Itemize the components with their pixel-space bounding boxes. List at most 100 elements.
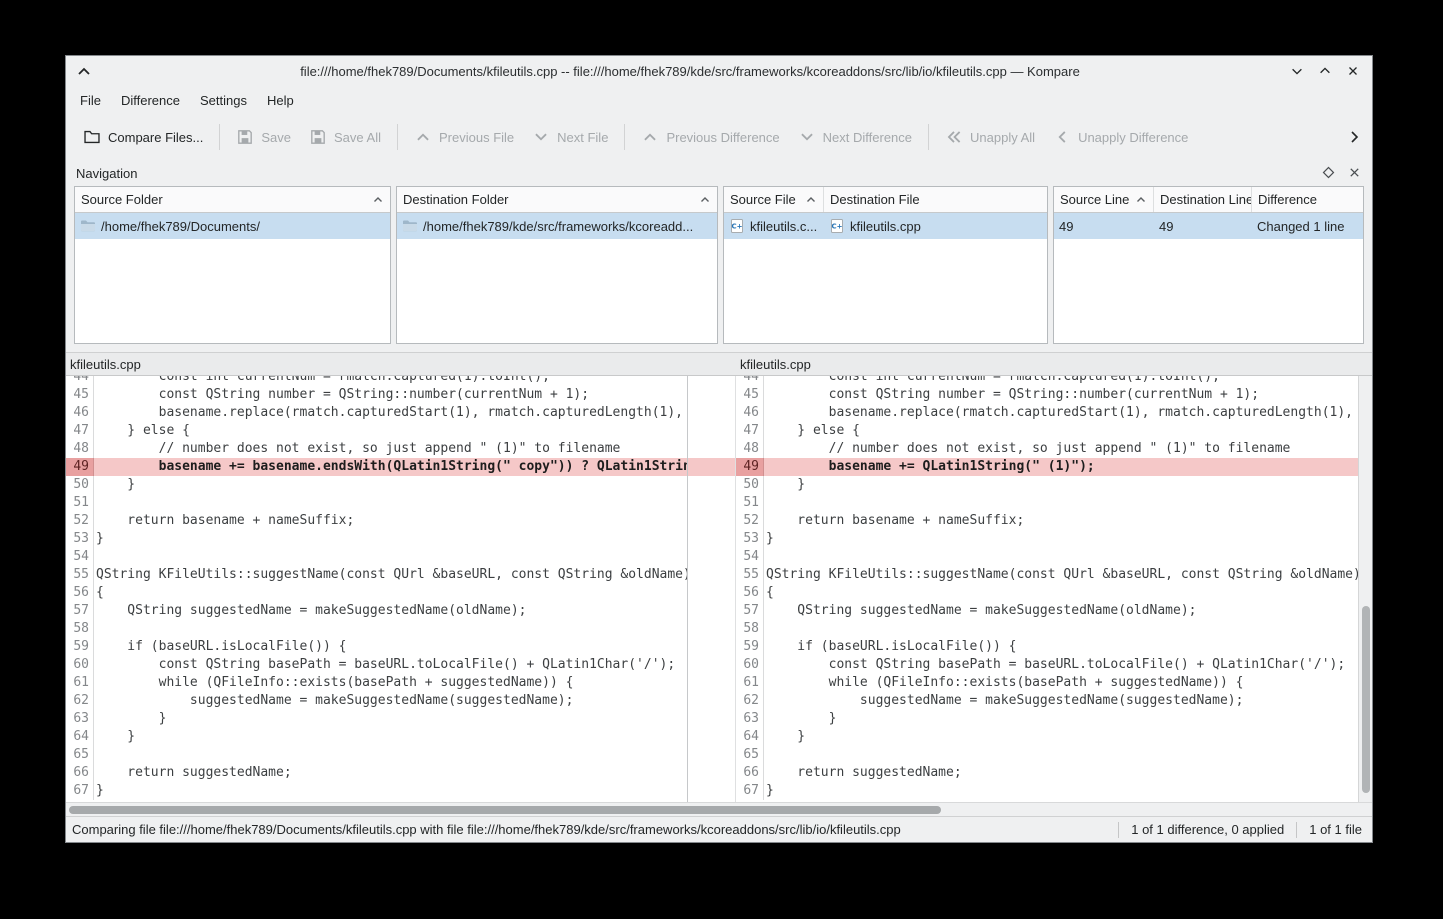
destination-folder-row[interactable]: /home/fhek789/kde/src/frameworks/kcoread… xyxy=(397,213,717,239)
code-line: 51 xyxy=(66,494,687,512)
sort-ascending-icon xyxy=(805,194,817,206)
unapply-difference-button[interactable]: Unapply Difference xyxy=(1044,120,1197,154)
diff-changed-line[interactable]: 49 basename += basename.endsWith(QLatin1… xyxy=(66,458,687,476)
svg-text:C+: C+ xyxy=(731,223,742,231)
line-number: 45 xyxy=(736,386,764,404)
source-diff-pane[interactable]: 44 const int currentNum = rmatch.capture… xyxy=(66,376,688,802)
unapply-all-button[interactable]: Unapply All xyxy=(936,120,1044,154)
vertical-scrollbar-thumb[interactable] xyxy=(1362,606,1370,793)
line-number: 61 xyxy=(66,674,94,692)
destination-file-title: kfileutils.cpp xyxy=(736,357,1372,372)
menubar: FileDifferenceSettingsHelp xyxy=(66,86,1372,114)
kompare-window: file:///home/fhek789/Documents/kfileutil… xyxy=(65,55,1373,843)
tool-button-label: Previous File xyxy=(439,130,514,145)
line-text: // number does not exist, so just append… xyxy=(764,440,1290,458)
source-file-column-header[interactable]: Source File xyxy=(724,187,824,212)
navigation-dock-titlebar[interactable]: Navigation xyxy=(66,160,1372,186)
code-line: 47 } else { xyxy=(736,422,1358,440)
menu-file[interactable]: File xyxy=(70,89,111,112)
next-file-button[interactable]: Next File xyxy=(523,120,617,154)
source-folder-column-header[interactable]: Source Folder xyxy=(75,187,390,212)
destination-line-column-header[interactable]: Destination Line xyxy=(1154,187,1252,212)
line-text: QString suggestedName = makeSuggestedNam… xyxy=(94,602,526,620)
close-button[interactable] xyxy=(1344,62,1362,80)
code-line: 60 const QString basePath = baseURL.toLo… xyxy=(66,656,687,674)
code-line: 57 QString suggestedName = makeSuggested… xyxy=(736,602,1358,620)
toolbar-separator xyxy=(219,124,220,150)
save-icon xyxy=(236,128,254,146)
line-text: QString KFileUtils::suggestName(const QU… xyxy=(764,566,1358,584)
chevron-left-icon xyxy=(1053,128,1071,146)
line-number: 54 xyxy=(736,548,764,566)
line-number: 59 xyxy=(66,638,94,656)
line-text: return suggestedName; xyxy=(764,764,962,782)
code-line: 66 return suggestedName; xyxy=(736,764,1358,782)
vertical-scrollbar[interactable] xyxy=(1358,376,1372,802)
line-text: const QString number = QString::number(c… xyxy=(764,386,1259,404)
difference-column-header[interactable]: Difference xyxy=(1252,187,1363,212)
tool-button-label: Unapply Difference xyxy=(1078,130,1188,145)
code-line: 59 if (baseURL.isLocalFile()) { xyxy=(66,638,687,656)
source-line-value: 49 xyxy=(1059,219,1073,234)
code-line: 44 const int currentNum = rmatch.capture… xyxy=(66,376,687,386)
previous-file-button[interactable]: Previous File xyxy=(405,120,523,154)
destination-folder-column-header[interactable]: Destination Folder xyxy=(397,187,717,212)
code-line: 50 } xyxy=(736,476,1358,494)
navigation-dock-title: Navigation xyxy=(76,166,1322,181)
file-pair-row[interactable]: C+ kfileutils.c... C+ kfileutils.cpp xyxy=(724,213,1047,239)
horizontal-scrollbar-thumb[interactable] xyxy=(69,806,941,814)
compare-files-button[interactable]: Compare Files... xyxy=(74,120,212,154)
maximize-button[interactable] xyxy=(1316,62,1334,80)
column-header-label: Destination Folder xyxy=(403,192,509,207)
line-number: 55 xyxy=(66,566,94,584)
diff-view: 44 const int currentNum = rmatch.capture… xyxy=(66,376,1372,802)
source-line-column-header[interactable]: Source Line xyxy=(1054,187,1154,212)
code-line: 55QString KFileUtils::suggestName(const … xyxy=(736,566,1358,584)
close-dock-icon[interactable] xyxy=(1348,166,1362,180)
line-number: 60 xyxy=(736,656,764,674)
line-text: } xyxy=(94,530,104,548)
float-dock-icon[interactable] xyxy=(1322,166,1336,180)
chevrons-left-icon xyxy=(945,128,963,146)
line-text: basename += basename.endsWith(QLatin1Str… xyxy=(94,458,687,476)
destination-file-column-header[interactable]: Destination File xyxy=(824,187,1047,212)
titlebar[interactable]: file:///home/fhek789/Documents/kfileutil… xyxy=(66,56,1372,86)
status-separator xyxy=(1118,822,1119,838)
line-number: 48 xyxy=(66,440,94,458)
line-number: 63 xyxy=(736,710,764,728)
difference-row[interactable]: 49 49 Changed 1 line xyxy=(1054,213,1363,239)
minimize-button[interactable] xyxy=(1288,62,1306,80)
line-number: 53 xyxy=(736,530,764,548)
next-difference-button[interactable]: Next Difference xyxy=(789,120,921,154)
line-text: } xyxy=(764,530,774,548)
code-line: 44 const int currentNum = rmatch.capture… xyxy=(736,376,1358,386)
line-number: 50 xyxy=(66,476,94,494)
menu-difference[interactable]: Difference xyxy=(111,89,190,112)
horizontal-scrollbar[interactable] xyxy=(66,802,1372,816)
toolbar-overflow-button[interactable] xyxy=(1344,127,1364,147)
code-line: 64 } xyxy=(66,728,687,746)
source-folder-row[interactable]: /home/fhek789/Documents/ xyxy=(75,213,390,239)
previous-difference-button[interactable]: Previous Difference xyxy=(632,120,788,154)
line-number: 58 xyxy=(736,620,764,638)
code-line: 62 suggestedName = makeSuggestedName(sug… xyxy=(66,692,687,710)
save-all-button[interactable]: Save All xyxy=(300,120,390,154)
code-line: 60 const QString basePath = baseURL.toLo… xyxy=(736,656,1358,674)
destination-folder-path: /home/fhek789/kde/src/frameworks/kcoread… xyxy=(423,219,693,234)
diff-changed-line[interactable]: 49 basename += QLatin1String(" (1)"); xyxy=(736,458,1358,476)
code-line: 46 basename.replace(rmatch.capturedStart… xyxy=(736,404,1358,422)
line-text xyxy=(94,548,96,566)
destination-diff-pane[interactable]: 44 const int currentNum = rmatch.capture… xyxy=(736,376,1358,802)
save-icon xyxy=(309,128,327,146)
line-number: 60 xyxy=(66,656,94,674)
window-title: file:///home/fhek789/Documents/kfileutil… xyxy=(92,64,1288,79)
menu-help[interactable]: Help xyxy=(257,89,304,112)
save-button[interactable]: Save xyxy=(227,120,300,154)
line-number: 58 xyxy=(66,620,94,638)
line-text xyxy=(764,746,766,764)
menu-settings[interactable]: Settings xyxy=(190,89,257,112)
sort-ascending-icon xyxy=(372,194,384,206)
line-number: 46 xyxy=(736,404,764,422)
line-text xyxy=(764,620,766,638)
code-line: 45 const QString number = QString::numbe… xyxy=(66,386,687,404)
